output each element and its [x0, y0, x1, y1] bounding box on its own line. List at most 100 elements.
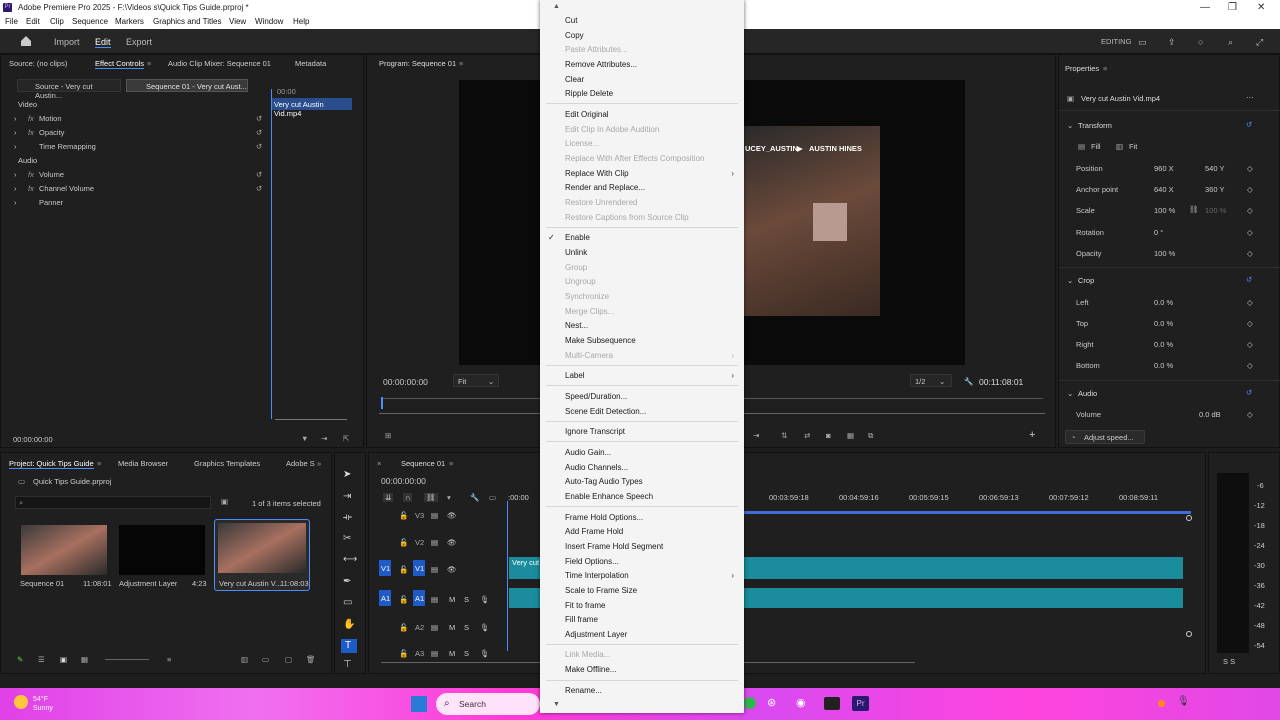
multi-icon[interactable]: ▦ — [847, 431, 854, 440]
mic-icon[interactable]: 🎙 — [480, 623, 490, 632]
chevron-down-icon[interactable]: ⌄ — [1067, 389, 1073, 398]
vr-icon[interactable]: ⧉ — [868, 431, 873, 441]
quality-dropdown[interactable]: 1/2 ⌄ — [910, 374, 952, 387]
menu-item-speed-duration[interactable]: Speed/Duration... — [565, 392, 627, 401]
automate-icon[interactable]: ▥ — [241, 655, 248, 664]
taskbar-search[interactable]: ⌕ Search — [436, 693, 540, 715]
ec-zoom-scrollbar[interactable] — [275, 419, 347, 420]
menu-item-scale-to-frame[interactable]: Scale to Frame Size — [565, 586, 637, 595]
lock-icon[interactable]: 🔓 — [399, 595, 408, 604]
timeline-vscroll[interactable] — [1181, 515, 1197, 649]
capcut-icon[interactable] — [824, 697, 840, 710]
timeline-playhead[interactable] — [507, 501, 508, 651]
menu-dots-icon[interactable]: ≡ — [459, 59, 463, 68]
icon-view-icon[interactable]: ▣ — [60, 655, 67, 664]
keyframe-icon[interactable]: ◇ — [1247, 298, 1253, 307]
menu-item-scene-edit-detection[interactable]: Scene Edit Detection... — [565, 407, 646, 416]
menu-item-label[interactable]: Label — [565, 371, 585, 380]
new-item-icon[interactable]: ▢ — [285, 655, 292, 664]
tab-audio-clip-mixer[interactable]: Audio Clip Mixer: Sequence 01 — [168, 59, 271, 68]
timeline-settings-icon[interactable]: 🔧 — [470, 493, 479, 502]
edit-tab[interactable]: Edit — [95, 37, 111, 48]
more-options-icon[interactable]: ⋯ — [1246, 93, 1254, 102]
pencil-icon[interactable]: ✎ — [17, 655, 23, 664]
sort-icon[interactable]: ≡ — [167, 655, 171, 664]
link-icon[interactable]: ⛓ — [1189, 205, 1199, 214]
keyframe-icon[interactable]: ◇ — [1247, 340, 1253, 349]
scale-value[interactable]: 100 % — [1154, 206, 1175, 215]
menu-dots-icon[interactable]: ≡ — [147, 59, 151, 68]
reset-icon[interactable]: ↺ — [256, 142, 262, 151]
track-label-v1[interactable]: V1 — [413, 560, 425, 576]
selection-tool-icon[interactable]: ➤ — [343, 469, 351, 480]
crop-top-value[interactable]: 0.0 % — [1154, 319, 1173, 328]
effect-panner[interactable]: Panner — [39, 198, 63, 207]
item-name[interactable]: Very cut Austin V... — [219, 579, 281, 588]
weather-desc[interactable]: Sunny — [33, 705, 53, 712]
hand-tool-icon[interactable]: ✋ — [343, 619, 355, 630]
menu-item-enable[interactable]: Enable — [565, 233, 590, 242]
position-y[interactable]: 540 Y — [1205, 164, 1224, 173]
program-playhead[interactable] — [381, 397, 383, 409]
scroll-up-icon[interactable]: ▲ — [553, 3, 560, 10]
workspace-icon[interactable]: ▭ — [1138, 37, 1147, 48]
lock-icon[interactable]: 🔓 — [399, 649, 408, 658]
expand-icon[interactable]: › — [14, 128, 17, 137]
source-dropdown[interactable]: Source - Very cut Austin... — [17, 79, 121, 100]
ec-clip-bar[interactable]: Very cut Austin Vid.mp4 — [272, 98, 352, 118]
timeline-sequence-tab[interactable]: Sequence 01 — [401, 459, 445, 468]
menu-item-replace-with-clip[interactable]: Replace With Clip — [565, 169, 629, 178]
new-bin-icon[interactable]: ▭ — [262, 655, 269, 664]
trash-icon[interactable]: 🗑 — [306, 655, 316, 664]
menu-item-clear[interactable]: Clear — [565, 75, 584, 84]
expand-icon[interactable]: › — [14, 198, 17, 207]
menu-item-remove-attributes[interactable]: Remove Attributes... — [565, 60, 637, 69]
menu-item-ripple-delete[interactable]: Ripple Delete — [565, 89, 613, 98]
anchor-x[interactable]: 640 X — [1154, 185, 1174, 194]
reset-icon[interactable]: ↺ — [256, 170, 262, 179]
menu-item-make-subsequence[interactable]: Make Subsequence — [565, 336, 636, 345]
menu-window[interactable]: Window — [255, 17, 283, 26]
keyframe-icon[interactable]: ◇ — [1247, 185, 1253, 194]
expand-icon[interactable]: › — [14, 142, 17, 151]
eye-icon[interactable]: 👁 — [447, 511, 457, 520]
tab-source[interactable]: Source: (no clips) — [9, 59, 67, 68]
menu-item-insert-frame-hold[interactable]: Insert Frame Hold Segment — [565, 542, 663, 551]
menu-dots-icon[interactable]: ≡ — [1103, 64, 1107, 73]
add-button-icon[interactable]: + — [1029, 429, 1035, 441]
crop-right-value[interactable]: 0.0 % — [1154, 340, 1173, 349]
track-label-v3[interactable]: V3 — [415, 511, 424, 520]
menu-item-audio-gain[interactable]: Audio Gain... — [565, 448, 611, 457]
weather-temp[interactable]: 54°F — [33, 696, 48, 703]
expand-icon[interactable]: › — [14, 184, 17, 193]
mic-icon[interactable]: 🎙 — [480, 649, 490, 658]
work-area-bar[interactable] — [743, 511, 1191, 514]
app-icon[interactable] — [744, 697, 756, 709]
ec-timecode[interactable]: 00:00:00:00 — [13, 435, 53, 444]
sequence-clip-dropdown[interactable]: Sequence 01 - Very cut Aust... — [126, 79, 248, 92]
share-icon[interactable]: ⇪ — [1168, 37, 1176, 48]
source-patch-a1[interactable]: A1 — [379, 590, 391, 606]
list-view-icon[interactable]: ☰ — [38, 655, 45, 664]
solo-icon[interactable]: S — [464, 623, 469, 632]
sync-lock-icon[interactable]: ▤ — [431, 623, 438, 632]
keyframe-icon[interactable]: ◇ — [1247, 410, 1253, 419]
lock-icon[interactable]: 🔓 — [399, 623, 408, 632]
lock-icon[interactable]: 🔓 — [399, 538, 408, 547]
tab-effect-controls[interactable]: Effect Controls — [95, 59, 145, 69]
captions-icon[interactable]: ▭ — [489, 493, 496, 502]
sync-lock-icon[interactable]: ▤ — [431, 649, 438, 658]
solo-icon[interactable]: S — [464, 649, 469, 658]
menu-item-edit-original[interactable]: Edit Original — [565, 110, 609, 119]
sync-lock-icon[interactable]: ▤ — [431, 565, 438, 574]
item-name[interactable]: Adjustment Layer — [119, 579, 177, 588]
audio-section[interactable]: Audio — [1078, 389, 1097, 398]
mute-icon[interactable]: M — [449, 623, 455, 632]
track-label-a3[interactable]: A3 — [415, 649, 424, 658]
notification-dot-icon[interactable] — [1158, 700, 1165, 707]
effect-channel-volume[interactable]: Channel Volume — [39, 184, 94, 193]
keyframe-icon[interactable]: ◇ — [1247, 249, 1253, 258]
sync-lock-icon[interactable]: ▤ — [431, 595, 438, 604]
mute-icon[interactable]: M — [449, 595, 455, 604]
search-icon[interactable]: ⌕ — [1228, 37, 1233, 48]
